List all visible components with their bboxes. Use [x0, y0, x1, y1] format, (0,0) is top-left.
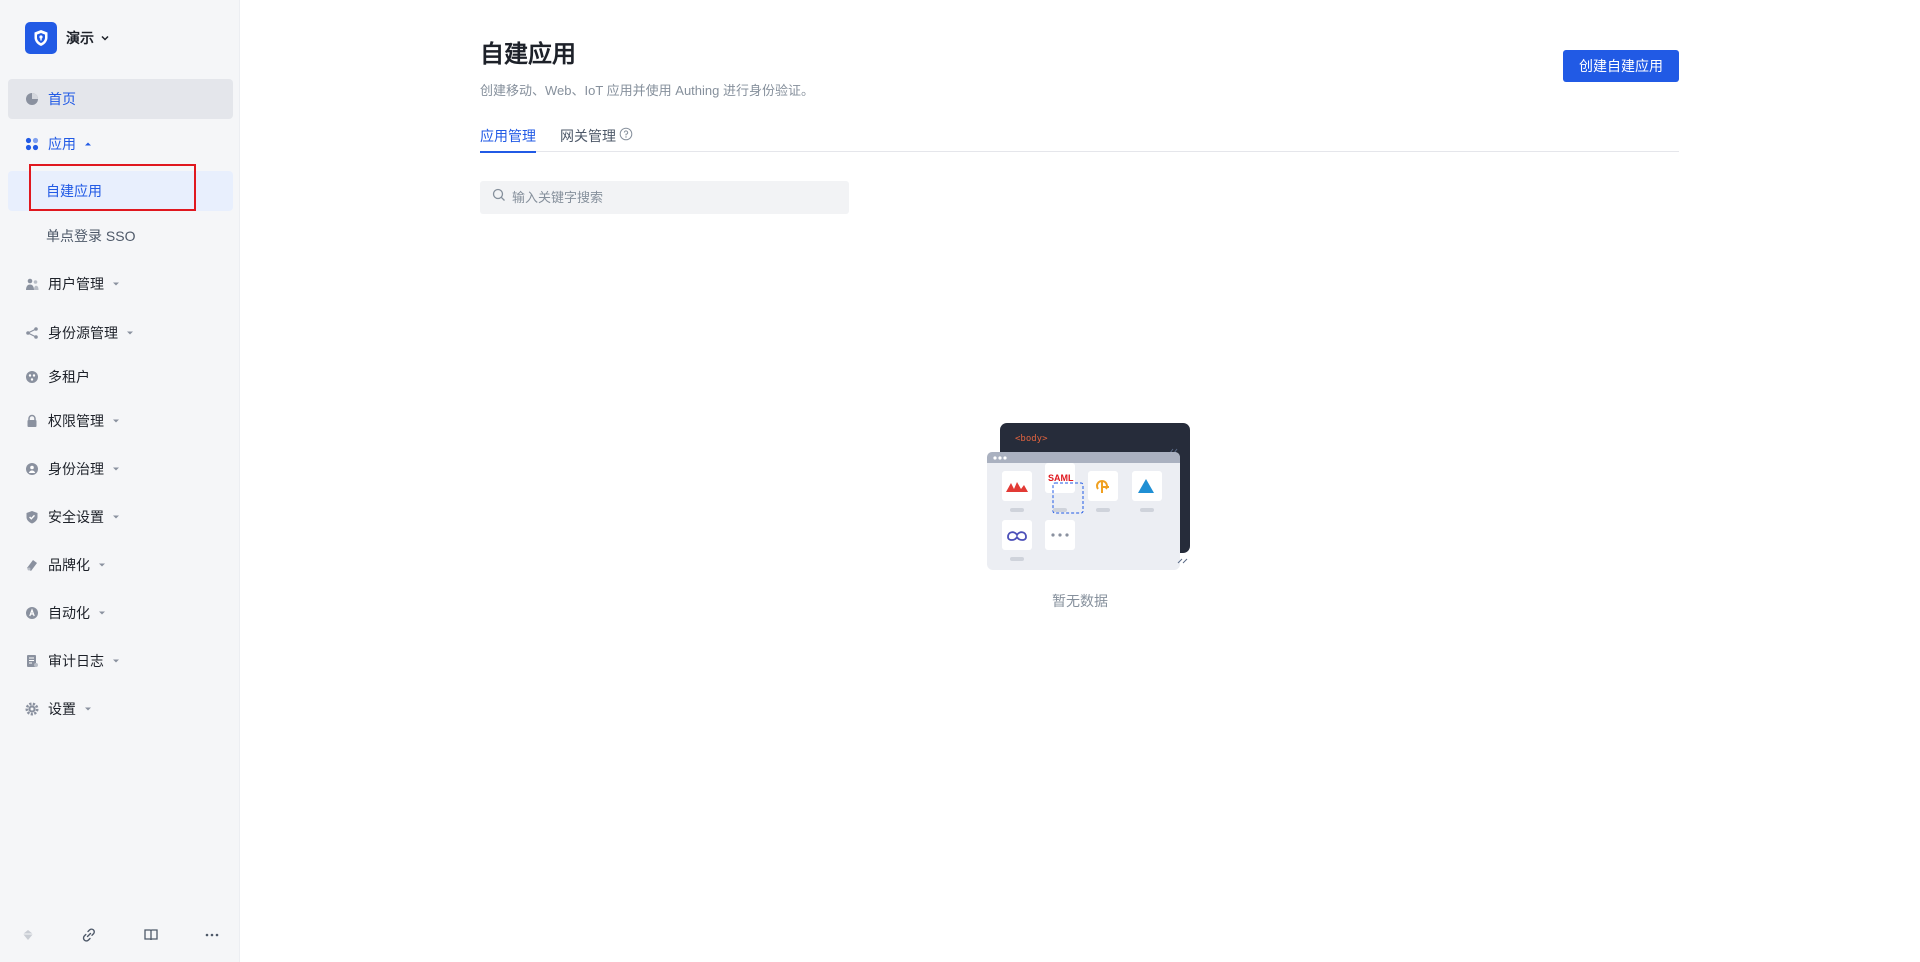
nav-label-idp: 身份源管理: [48, 325, 118, 341]
user-circle-icon: [24, 461, 40, 477]
gear-icon: [24, 701, 40, 717]
nav-label-users: 用户管理: [48, 276, 104, 292]
chevron-down-icon: [100, 33, 110, 43]
nav-label-automation: 自动化: [48, 605, 90, 621]
document-icon: [24, 653, 40, 669]
caret-down-icon: [112, 513, 120, 521]
tab-gateway-management[interactable]: 网关管理: [560, 126, 633, 152]
nav-item-governance[interactable]: 身份治理: [8, 449, 233, 489]
assistant-icon[interactable]: [13, 920, 43, 950]
nav-item-apps[interactable]: 应用: [8, 124, 233, 164]
org-switcher[interactable]: 演示: [25, 20, 110, 56]
link-icon[interactable]: [74, 920, 104, 950]
users-icon: [24, 276, 40, 292]
shield-check-icon: [24, 509, 40, 525]
tab-app-management[interactable]: 应用管理: [480, 126, 536, 153]
nav-label-home: 首页: [48, 91, 76, 107]
caret-down-icon: [112, 657, 120, 665]
nav-label-permissions: 权限管理: [48, 413, 104, 429]
nav-label-tenant: 多租户: [48, 369, 90, 385]
empty-state-illustration: <body> SAML: [970, 423, 1190, 613]
empty-state-text: 暂无数据: [1052, 593, 1108, 609]
org-name: 演示: [66, 30, 94, 46]
sidebar: 演示 首页 应用 自建应用 单点登录 SSO 用户管理 身份源管理 多租户 权限…: [0, 0, 240, 962]
nav-sublabel-sso: 单点登录 SSO: [46, 228, 136, 244]
nav-item-users[interactable]: 用户管理: [8, 264, 233, 304]
lock-icon: [24, 413, 40, 429]
nav-item-settings[interactable]: 设置: [8, 689, 233, 729]
saml-tile-text: SAML: [1048, 473, 1074, 483]
caret-down-icon: [98, 609, 106, 617]
nav-subitem-sso[interactable]: 单点登录 SSO: [8, 216, 233, 256]
pie-chart-icon: [24, 91, 40, 107]
search-box: [480, 181, 849, 214]
more-icon[interactable]: [197, 920, 227, 950]
share-icon: [24, 325, 40, 341]
search-input[interactable]: [512, 190, 832, 205]
caret-down-icon: [112, 280, 120, 288]
search-icon: [492, 188, 506, 207]
tenant-icon: [24, 369, 40, 385]
nav-subitem-self-built-apps[interactable]: 自建应用: [8, 171, 233, 211]
nav-label-audit: 审计日志: [48, 653, 104, 669]
tab-label-app-management: 应用管理: [480, 128, 536, 144]
apps-grid-icon: [24, 136, 40, 152]
caret-up-icon: [84, 140, 92, 148]
tab-bar: 应用管理 网关管理: [480, 122, 1679, 153]
nav-item-branding[interactable]: 品牌化: [8, 545, 233, 585]
caret-down-icon: [84, 705, 92, 713]
caret-down-icon: [98, 561, 106, 569]
nav-label-settings: 设置: [48, 701, 76, 717]
nav-item-automation[interactable]: 自动化: [8, 593, 233, 633]
nav-label-branding: 品牌化: [48, 557, 90, 573]
nav-label-apps: 应用: [48, 136, 76, 152]
page-title: 自建应用: [480, 41, 576, 68]
brand-icon: [24, 557, 40, 573]
nav-item-permissions[interactable]: 权限管理: [8, 401, 233, 441]
shield-logo-icon: [25, 22, 57, 54]
create-app-button[interactable]: 创建自建应用: [1563, 50, 1679, 82]
code-tag-text: <body>: [1015, 434, 1048, 444]
nav-item-tenant[interactable]: 多租户: [8, 357, 233, 397]
nav-item-home[interactable]: 首页: [8, 79, 233, 119]
sidebar-footer: [0, 920, 240, 950]
nav-item-idp[interactable]: 身份源管理: [8, 313, 233, 353]
nav-sublabel-self-built-apps: 自建应用: [46, 183, 102, 199]
tab-label-gateway-management: 网关管理: [560, 128, 616, 144]
nav-label-governance: 身份治理: [48, 461, 104, 477]
nav-item-security[interactable]: 安全设置: [8, 497, 233, 537]
help-circle-icon[interactable]: [619, 127, 633, 141]
caret-down-icon: [112, 465, 120, 473]
caret-down-icon: [126, 329, 134, 337]
nav-item-audit[interactable]: 审计日志: [8, 641, 233, 681]
caret-down-icon: [112, 417, 120, 425]
automation-icon: [24, 605, 40, 621]
nav-label-security: 安全设置: [48, 509, 104, 525]
book-icon[interactable]: [136, 920, 166, 950]
page-description: 创建移动、Web、IoT 应用并使用 Authing 进行身份验证。: [480, 83, 814, 98]
